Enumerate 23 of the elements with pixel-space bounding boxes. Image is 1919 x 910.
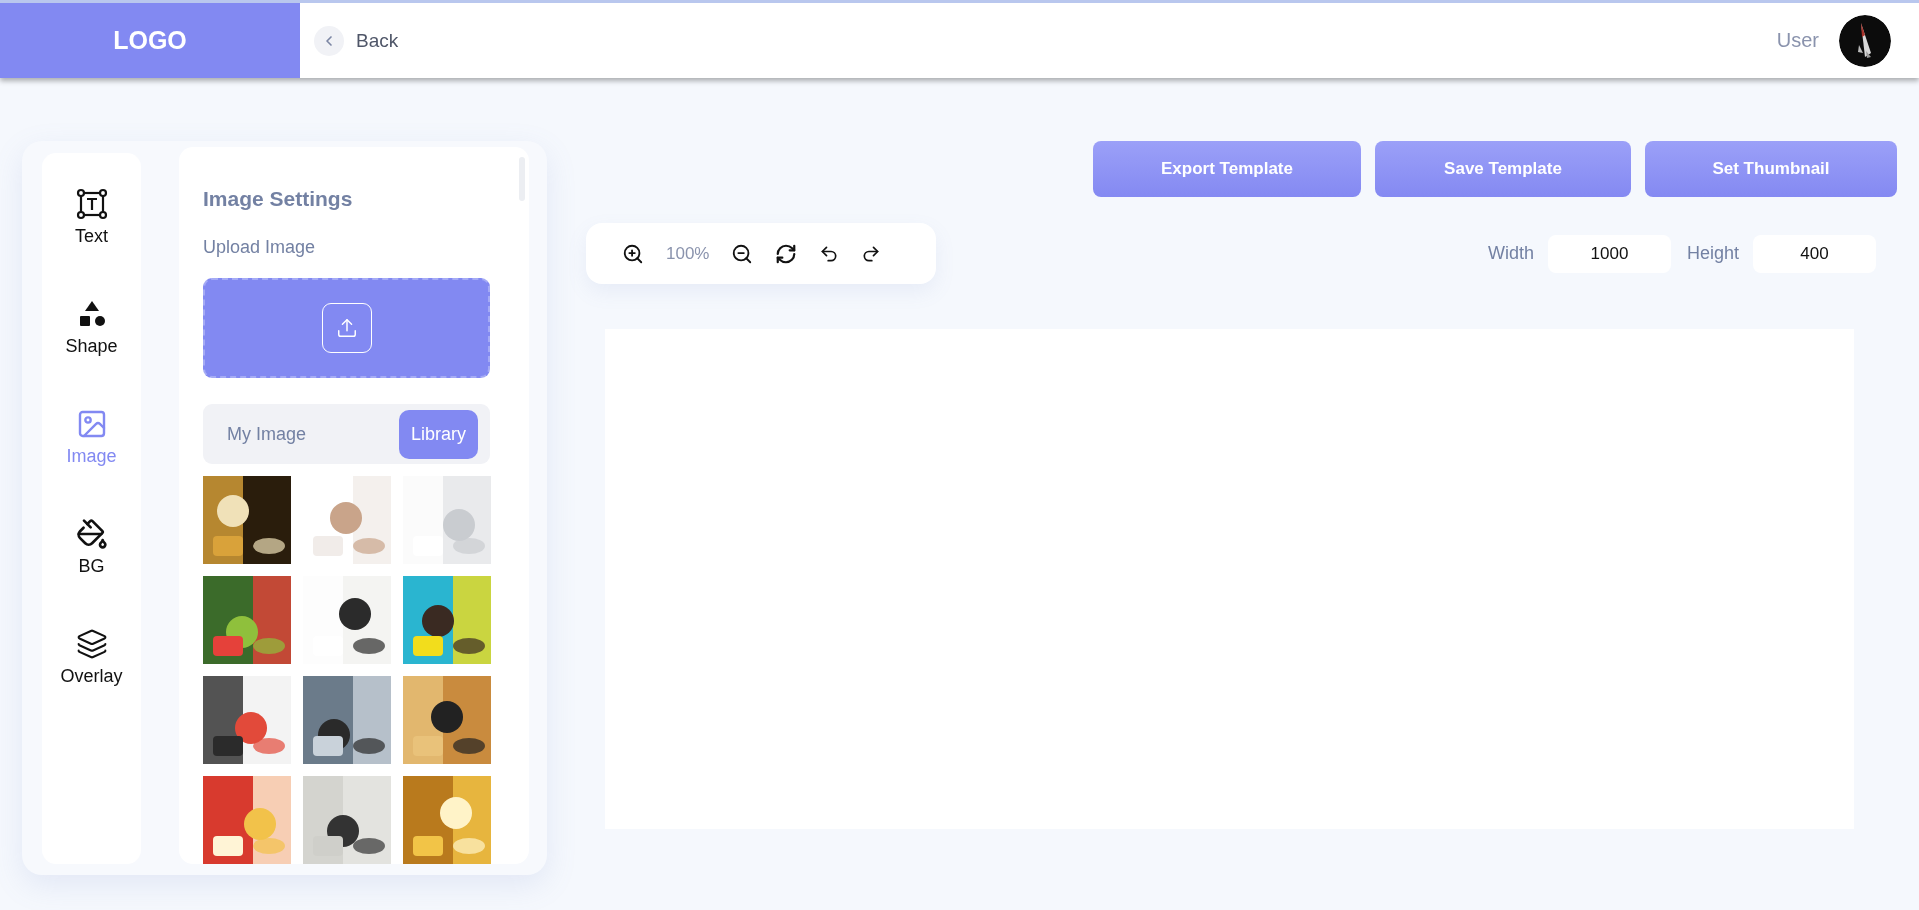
tool-tab[interactable]: Shape	[46, 287, 137, 367]
user-name: User	[1776, 29, 1819, 52]
zoom-in-icon[interactable]	[622, 242, 644, 265]
tool-tab[interactable]: BG	[46, 507, 137, 587]
tool-tab[interactable]: Overlay	[46, 617, 137, 697]
paint-bucket-icon	[75, 517, 108, 550]
text-box-icon	[75, 187, 108, 220]
layers-icon	[75, 627, 108, 660]
upload-icon	[321, 303, 372, 353]
dimension-field[interactable]: 400	[1753, 234, 1876, 273]
chevron-left-icon	[314, 25, 344, 56]
zoom-level: 100%	[666, 243, 710, 264]
dimension-label: Width	[1487, 243, 1534, 264]
section-label: Upload Image	[203, 237, 317, 258]
tool-tab[interactable]: Text	[46, 177, 137, 257]
dimension-field[interactable]: 1000	[1547, 234, 1671, 273]
redo-icon[interactable]	[861, 243, 882, 264]
source-tab[interactable]: My Image	[215, 409, 319, 459]
refresh-icon[interactable]	[775, 242, 798, 265]
back-button[interactable]: Back	[314, 3, 399, 78]
dimension-label: Height	[1686, 243, 1739, 264]
panel-title: Image Settings	[203, 187, 354, 211]
zoom-out-icon[interactable]	[731, 242, 754, 265]
